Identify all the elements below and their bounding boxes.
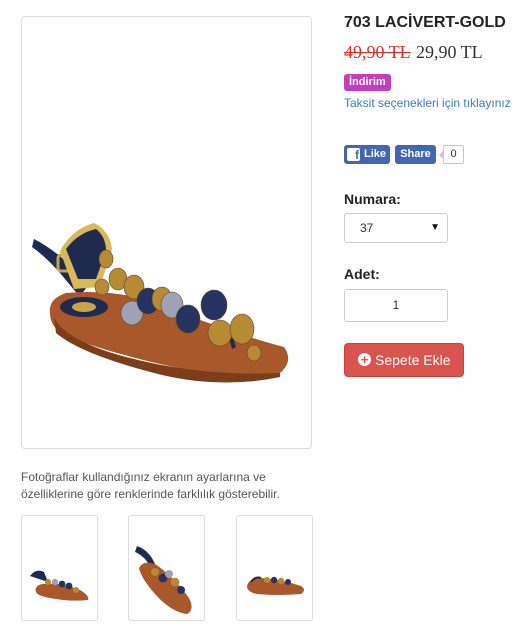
size-select-value: 37 (360, 221, 374, 235)
add-to-cart-label: Sepete Ekle (375, 352, 451, 368)
add-to-cart-button[interactable]: + Sepete Ekle (344, 343, 464, 377)
thumbnail-3[interactable] (236, 515, 313, 621)
dropdown-arrow-icon: ▼ (430, 222, 440, 233)
plus-circle-icon: + (358, 353, 371, 366)
thumbnail-2[interactable] (128, 515, 205, 621)
color-disclaimer: Fotoğraflar kullandığınız ekranın ayarla… (21, 470, 280, 501)
like-label: Like (364, 148, 387, 160)
quantity-input[interactable]: 1 (344, 289, 448, 322)
share-count-bubble: 0 (439, 145, 464, 164)
sandal-image (32, 223, 289, 383)
facebook-icon: f (347, 148, 360, 161)
facebook-share-button[interactable]: Share (395, 145, 436, 164)
installment-options-link[interactable]: Taksit seçenekleri için tıklayınız (344, 96, 511, 110)
new-price: 29,90 TL (416, 42, 483, 62)
discount-badge: İndirim (344, 74, 391, 91)
old-price: 49,90 TL (344, 42, 411, 62)
sandal-thumbnail-image (247, 576, 304, 595)
sandal-thumbnail-image (135, 546, 192, 614)
main-product-image[interactable] (21, 16, 312, 449)
product-title: 703 LACİVERT-GOLD (344, 14, 506, 31)
facebook-like-button[interactable]: f Like (344, 145, 390, 164)
size-select[interactable]: 37 ▼ (344, 213, 448, 243)
thumbnail-1[interactable] (21, 515, 98, 621)
quantity-label: Adet: (344, 266, 380, 282)
size-label: Numara: (344, 191, 401, 207)
sandal-thumbnail-image (30, 570, 89, 601)
